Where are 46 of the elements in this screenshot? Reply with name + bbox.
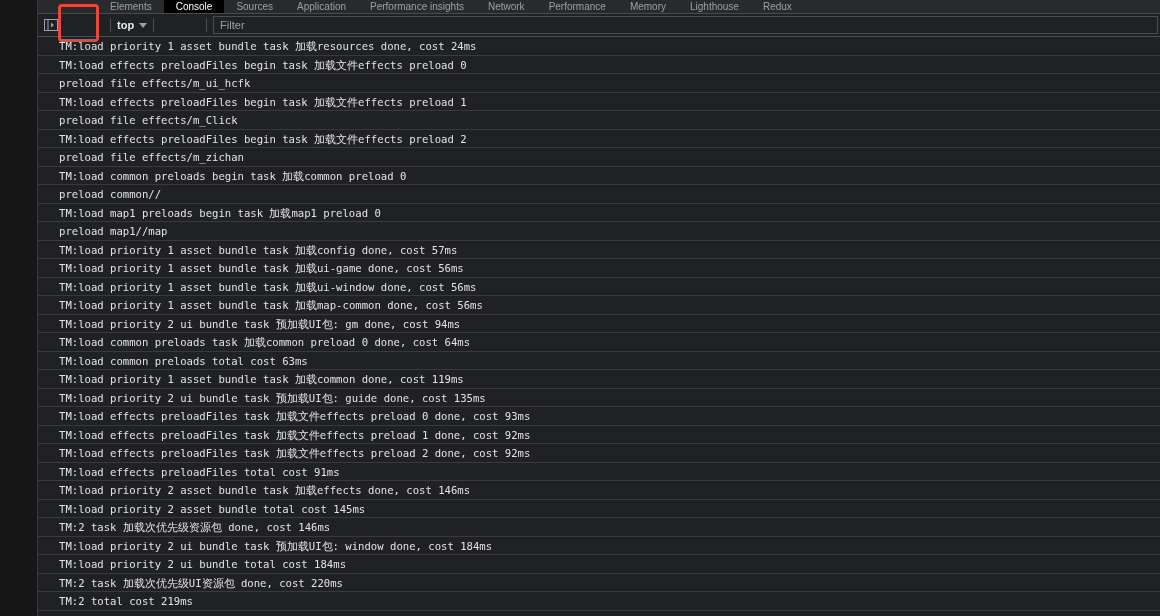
console-message: TM:load effects preloadFiles total cost 91ms [38, 462, 1160, 481]
highlight-frame [58, 4, 99, 42]
panel-tab[interactable]: Redux [750, 0, 804, 13]
console-message: TM:load effects preloadFiles task 加载文件effects preload 2 done, cost 92ms [38, 444, 1160, 463]
panel-tab[interactable]: Console [163, 0, 225, 13]
console-message: TM:load priority 2 asset bundle total cost 145ms [38, 499, 1160, 518]
console-message: TM:load priority 1 asset bundle task 加载ui-window done, cost 56ms [38, 277, 1160, 296]
console-message: TM:load effects preloadFiles begin task 加载文件effects preload 2 [38, 129, 1160, 148]
console-message: TM:2 task 加载次优先级UI资源包 done, cost 220ms [38, 573, 1160, 592]
console-message: preload file effects/m_zichan [38, 148, 1160, 167]
console-message: TM:load common preloads task 加载common preload 0 done, cost 64ms [38, 333, 1160, 352]
console-message: TM:load effects preloadFiles begin task 加载文件effects preload 1 [38, 92, 1160, 111]
console-message: TM:load effects preloadFiles begin task 加载文件effects preload 0 [38, 55, 1160, 74]
console-message: TM:load priority 2 ui bundle task 预加载UI包: guide done, cost 135ms [38, 388, 1160, 407]
console-message: TM:load priority 1 asset bundle task 加载resources done, cost 24ms [38, 37, 1160, 56]
console-message: TM:load priority 2 ui bundle task 预加载UI包: window done, cost 184ms [38, 536, 1160, 555]
console-message: TM:load priority 1 asset bundle task 加载common done, cost 119ms [38, 370, 1160, 389]
caret-icon [139, 22, 148, 28]
panel-tab[interactable]: Performance insights [358, 0, 476, 13]
console-message: TM:load priority 1 asset bundle task 加载map-common done, cost 56ms [38, 296, 1160, 315]
panel-tab[interactable]: Network [475, 0, 537, 13]
console-message: TM:load priority 2 asset bundle task 加载effects done, cost 146ms [38, 481, 1160, 500]
console-message: preload file effects/m_Click [38, 111, 1160, 130]
console-message: TM:2 task 加载次优先级资源包 done, cost 146ms [38, 518, 1160, 537]
panel-tab[interactable]: Lighthouse [678, 0, 751, 13]
console-message: preload map1//map [38, 222, 1160, 241]
console-message: TM:load priority 1 asset bundle task 加载ui-game done, cost 56ms [38, 259, 1160, 278]
panel-tab[interactable]: Performance [536, 0, 618, 13]
console-message: TM:load effects preloadFiles task 加载文件effects preload 0 done, cost 93ms [38, 407, 1160, 426]
panel-tab[interactable]: Application [285, 0, 358, 13]
console-message: TM:load priority 2 ui bundle task 预加载UI包: gm done, cost 94ms [38, 314, 1160, 333]
context-dropdown[interactable]: top [117, 19, 148, 31]
console-message: TM:load priority 2 ui bundle total cost 184ms [38, 555, 1160, 574]
console-message: TM:load effects preloadFiles task 加载文件effects preload 1 done, cost 92ms [38, 425, 1160, 444]
console-message: TM:load priority 1 asset bundle task 加载config done, cost 57ms [38, 240, 1160, 259]
filter-field[interactable]: Filter [213, 16, 1158, 34]
console-message: preload common// [38, 185, 1160, 204]
sidebar-toggle-icon[interactable] [44, 19, 58, 31]
panel-tab[interactable]: Memory [617, 0, 678, 13]
console-message: TM:load map1 preloads begin task 加载map1 preload 0 [38, 203, 1160, 222]
console-message: TM:2 total cost 219ms [38, 592, 1160, 611]
panel-tab[interactable]: Elements [98, 0, 164, 13]
console-message: TM:load common preloads total cost 63ms [38, 351, 1160, 370]
console-message: preload file effects/m_ui_hcfk [38, 74, 1160, 93]
panel-tab[interactable]: Sources [224, 0, 286, 13]
console-message: TM:load common preloads begin task 加载common preload 0 [38, 166, 1160, 185]
